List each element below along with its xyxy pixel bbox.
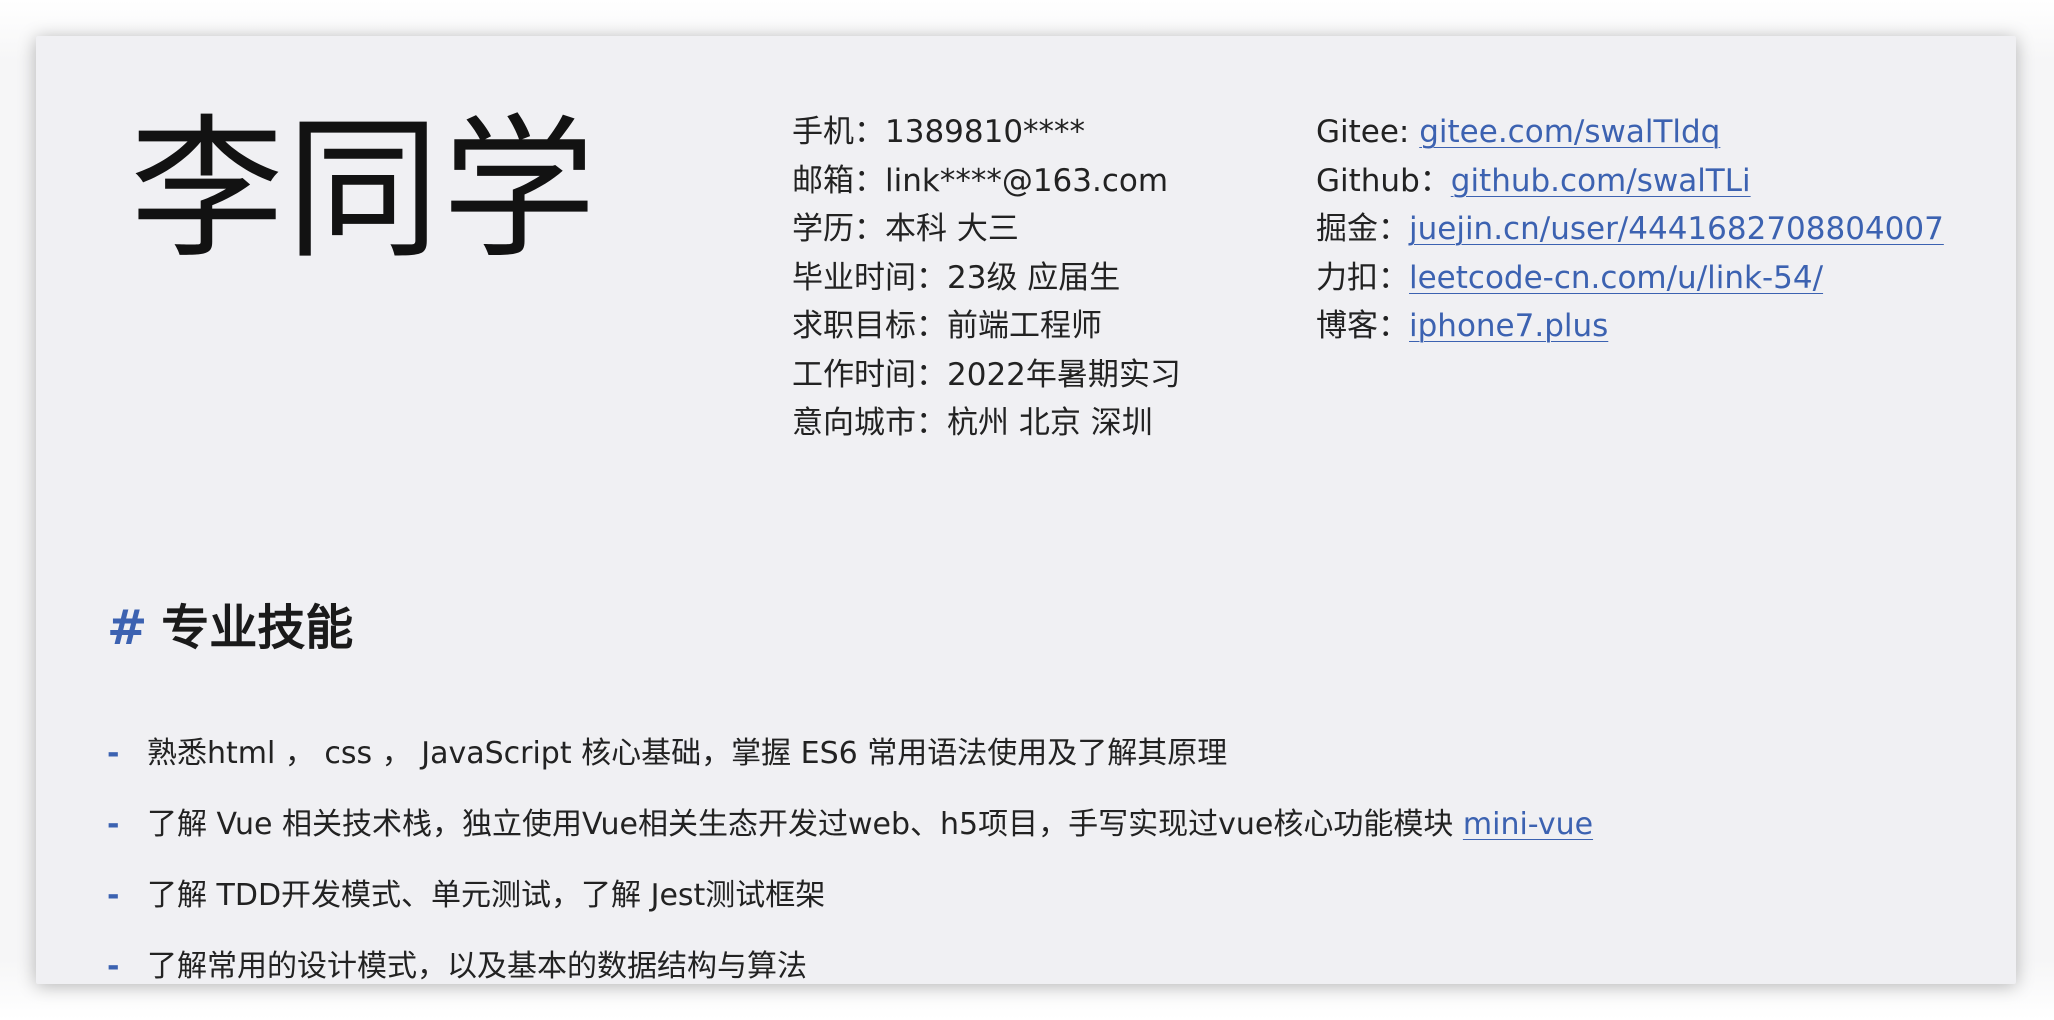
github-label: Github： <box>1316 162 1451 199</box>
gitee-label: Gitee: <box>1316 114 1420 150</box>
heading-hash-marker: # <box>107 600 148 656</box>
blog-link[interactable]: iphone7.plus <box>1409 308 1608 344</box>
skill-text: 了解常用的设计模式，以及基本的数据结构与算法 <box>147 949 807 984</box>
link-row-gitee: Gitee: gitee.com/swalTldq <box>1316 108 2006 157</box>
blog-label: 博客： <box>1316 308 1409 344</box>
skill-item: - 熟悉html ， css ， JavaScript 核心基础，掌握 ES6 常… <box>107 728 1987 799</box>
page: 李同学 手机：1389810**** 邮箱：link****@163.com 学… <box>0 0 2054 1020</box>
contact-info: 手机：1389810**** 邮箱：link****@163.com 学历：本科… <box>792 108 1312 448</box>
candidate-name: 李同学 <box>130 101 599 280</box>
skill-item: - 了解 TDD开发模式、单元测试，了解 Jest测试框架 <box>107 870 1987 941</box>
skills-section-heading: # 专业技能 <box>107 604 353 652</box>
gitee-link[interactable]: gitee.com/swalTldq <box>1419 114 1720 150</box>
resume-document: 李同学 手机：1389810**** 邮箱：link****@163.com 学… <box>36 36 2016 984</box>
github-link[interactable]: github.com/swalTLi <box>1451 163 1751 199</box>
bullet-dash: - <box>107 949 120 984</box>
link-row-juejin: 掘金：juejin.cn/user/4441682708804007 <box>1316 205 2006 254</box>
contact-education: 学历：本科 大三 <box>792 211 1019 247</box>
bullet-dash: - <box>107 736 120 771</box>
skills-list: - 熟悉html ， css ， JavaScript 核心基础，掌握 ES6 常… <box>107 728 1987 984</box>
link-row-blog: 博客：iphone7.plus <box>1316 302 2006 351</box>
juejin-link[interactable]: juejin.cn/user/4441682708804007 <box>1409 211 1944 247</box>
contact-graduation: 毕业时间：23级 应届生 <box>792 259 1121 296</box>
skill-text-body: 了解 Vue 相关技术栈，独立使用Vue相关生态开发过web、h5项目，手写实现… <box>147 807 1463 842</box>
link-row-github: Github：github.com/swalTLi <box>1316 157 2006 206</box>
mini-vue-link[interactable]: mini-vue <box>1463 807 1593 842</box>
skill-item: - 了解 Vue 相关技术栈，独立使用Vue相关生态开发过web、h5项目，手写实… <box>107 799 1987 870</box>
bullet-dash: - <box>107 807 120 842</box>
skill-text: 了解 Vue 相关技术栈，独立使用Vue相关生态开发过web、h5项目，手写实现… <box>147 799 1593 843</box>
bullet-dash: - <box>107 878 120 913</box>
contact-phone: 手机：1389810**** <box>792 114 1086 150</box>
contact-city: 意向城市：杭州 北京 深圳 <box>792 405 1153 441</box>
contact-work-time: 工作时间：2022年暑期实习 <box>792 356 1181 393</box>
profile-links: Gitee: gitee.com/swalTldq Github：github.… <box>1316 108 2006 351</box>
juejin-label: 掘金： <box>1316 211 1409 247</box>
skill-text: 熟悉html ， css ， JavaScript 核心基础，掌握 ES6 常用… <box>147 736 1228 771</box>
link-row-leetcode: 力扣：leetcode-cn.com/u/link-54/ <box>1316 254 2006 303</box>
contact-email: 邮箱：link****@163.com <box>792 162 1169 199</box>
skill-text: 了解 TDD开发模式、单元测试，了解 Jest测试框架 <box>147 878 826 913</box>
leetcode-label: 力扣： <box>1316 259 1409 296</box>
leetcode-link[interactable]: leetcode-cn.com/u/link-54/ <box>1409 260 1823 296</box>
contact-job-target: 求职目标：前端工程师 <box>792 308 1102 344</box>
skill-item: - 了解常用的设计模式，以及基本的数据结构与算法 <box>107 941 1987 984</box>
skills-section-title: 专业技能 <box>161 600 354 656</box>
